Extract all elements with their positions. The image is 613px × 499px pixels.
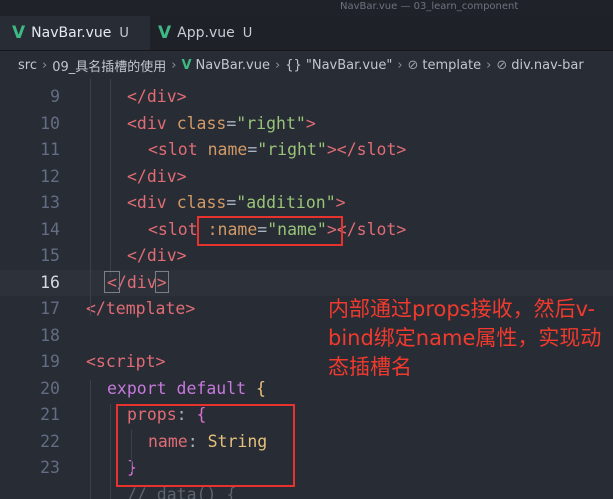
chevron-right-icon: › <box>397 57 403 73</box>
line-number: 11 <box>40 140 60 159</box>
vue-icon: V <box>158 23 172 43</box>
code-token: "right" <box>236 113 306 133</box>
code-token: <slot <box>148 219 198 239</box>
chevron-right-icon: › <box>486 57 492 73</box>
code-token: > <box>335 193 346 212</box>
line-number: 17 <box>40 299 60 318</box>
line-number: 15 <box>40 246 60 265</box>
code-line: 11 <slot name="right"></slot> <box>0 137 613 164</box>
chevron-right-icon: › <box>274 57 281 73</box>
code-token: = <box>226 113 237 133</box>
line-number: 21 <box>40 405 60 424</box>
line-number: 16 <box>40 272 60 292</box>
code-token: </div> <box>127 166 187 186</box>
code-token: <div <box>127 193 167 212</box>
code-line-partial: // data() { <box>0 482 613 499</box>
code-line: 15 </div> <box>0 243 613 270</box>
code-token: </div> <box>127 87 187 106</box>
symbol-icon: ⊘ <box>407 57 419 73</box>
line-number: 13 <box>40 193 60 212</box>
line-number: 12 <box>40 166 60 186</box>
code-token: export <box>107 378 167 398</box>
code-token: > <box>305 113 316 133</box>
code-editor[interactable]: 9 </div> 10 <div class="right"> 11 <slot… <box>0 79 613 499</box>
tab-app-vue[interactable]: V App.vue U <box>150 16 260 50</box>
chevron-right-icon: › <box>41 57 48 73</box>
vue-icon: V <box>12 23 26 43</box>
code-token: </template> <box>86 299 196 318</box>
code-line: 13 <div class="addition"> <box>0 190 613 217</box>
code-line: 9 </div> <box>0 84 613 111</box>
vue-icon: V <box>181 57 192 73</box>
line-number: 20 <box>40 378 60 398</box>
code-token: { <box>256 378 266 398</box>
code-line-current: 16 </div> <box>0 269 613 296</box>
bracket-match-highlight <box>104 271 120 293</box>
code-token: "addition" <box>236 193 336 212</box>
line-number: 22 <box>40 431 60 451</box>
code-token: = <box>247 140 258 159</box>
code-line: 10 <div class="right"> <box>0 111 613 138</box>
chevron-right-icon: › <box>171 57 177 73</box>
window-title: NavBar.vue — 03_learn_component <box>340 1 519 12</box>
breadcrumb-item-folder[interactable]: 09_具名插槽的使用 <box>52 56 166 75</box>
line-number: 23 <box>40 458 60 477</box>
bracket-match-highlight <box>155 271 169 293</box>
indent-guide <box>110 79 111 277</box>
code-token: <div <box>127 113 167 133</box>
breadcrumb-item-src[interactable]: src <box>18 58 37 73</box>
symbol-icon: ⊘ <box>496 57 508 73</box>
breadcrumb-item-module[interactable]: {} "NavBar.vue" <box>285 58 392 73</box>
annotation-text: 内部通过props接收，然后v-bind绑定name属性，实现动态插槽名 <box>328 297 602 379</box>
code-token: = <box>226 193 237 212</box>
git-status-badge: U <box>242 25 253 41</box>
code-line: 21 props: { <box>0 402 613 429</box>
code-line: 22 name: String <box>0 429 613 456</box>
editor-tabs: V NavBar.vue U V App.vue U <box>0 16 613 51</box>
tab-label: App.vue <box>177 25 235 41</box>
breadcrumb-item-template[interactable]: template <box>422 58 481 73</box>
tab-navbar-vue[interactable]: V NavBar.vue U <box>0 16 150 50</box>
line-number: 9 <box>50 87 60 106</box>
line-number: 19 <box>40 352 60 371</box>
code-line: 12 </div> <box>0 164 613 191</box>
line-number: 10 <box>40 113 60 133</box>
highlight-box-name-binding <box>197 216 343 246</box>
git-status-badge: U <box>119 25 129 41</box>
code-token: <slot <box>148 140 198 159</box>
indent-guide <box>90 380 91 499</box>
code-token: class <box>176 193 227 212</box>
code-token: name <box>207 140 248 159</box>
code-line: 23 } <box>0 455 613 482</box>
code-token: class <box>176 113 227 133</box>
line-number: 14 <box>40 219 60 239</box>
code-token: default <box>176 378 247 398</box>
tab-label: NavBar.vue <box>31 25 112 41</box>
code-token: <script> <box>86 352 166 371</box>
code-token: </div> <box>127 246 187 265</box>
breadcrumb-item-element[interactable]: div.nav-bar <box>511 58 583 73</box>
breadcrumb-item-file[interactable]: NavBar.vue <box>196 58 270 73</box>
code-token: div <box>126 272 157 292</box>
line-number: 18 <box>40 325 60 345</box>
breadcrumb: src › 09_具名插槽的使用 › V NavBar.vue › {} "Na… <box>0 51 613 79</box>
indent-guide <box>90 79 91 316</box>
code-token: ></slot> <box>326 140 407 159</box>
indent-guide <box>110 404 111 499</box>
code-token: "right" <box>257 140 327 159</box>
window-titlebar: NavBar.vue — 03_learn_component <box>0 0 613 16</box>
highlight-box-props <box>116 404 295 487</box>
